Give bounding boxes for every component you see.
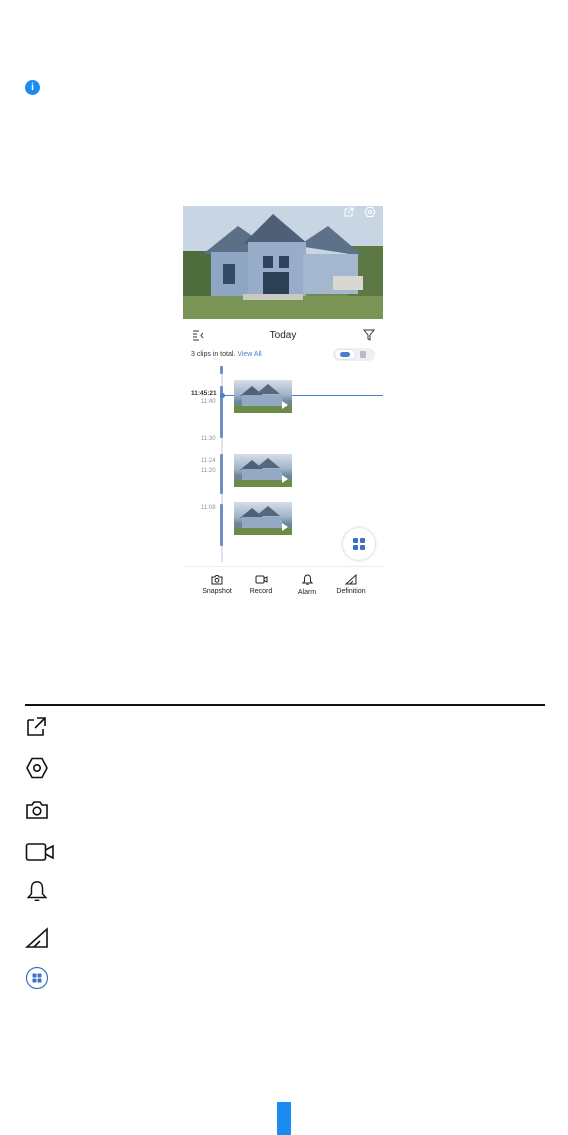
clip-thumbnail[interactable] — [234, 454, 292, 487]
settings-icon[interactable] — [364, 206, 376, 218]
date-title[interactable]: Today — [183, 330, 383, 341]
current-time-marker[interactable] — [220, 393, 225, 398]
time-label: 11:30 — [201, 436, 216, 442]
camera-icon — [26, 801, 48, 819]
settings-icon — [26, 757, 48, 779]
timeline-segment — [220, 504, 223, 546]
live-view[interactable] — [183, 206, 383, 319]
info-icon: i — [25, 80, 40, 95]
play-icon — [282, 475, 288, 483]
bell-icon — [26, 881, 48, 902]
alarm-button[interactable]: Alarm — [282, 574, 332, 596]
share-icon — [27, 717, 46, 736]
more-functions-button[interactable] — [343, 528, 375, 560]
definition-button[interactable]: Definition — [326, 574, 376, 595]
record-label: Record — [249, 588, 273, 595]
camera-icon — [211, 575, 223, 585]
play-icon — [282, 401, 288, 409]
page-tab — [277, 1102, 291, 1135]
definition-icon — [25, 927, 48, 948]
timeline-segment — [220, 454, 223, 494]
snapshot-button[interactable]: Snapshot — [192, 574, 242, 595]
filter-icon[interactable] — [362, 328, 376, 342]
time-label: 11:24 — [201, 458, 216, 464]
current-time-label: 11:45:21 — [191, 390, 217, 397]
alarm-label: Alarm — [297, 589, 317, 596]
snapshot-label: Snapshot — [202, 588, 232, 595]
definition-icon — [345, 574, 357, 585]
clips-count-text: 3 clips in total. — [191, 351, 236, 358]
video-icon — [255, 575, 267, 584]
video-icon — [25, 843, 54, 861]
timeline-header: Today — [183, 328, 383, 344]
time-label: 11:08 — [201, 505, 216, 511]
clip-thumbnail[interactable] — [234, 380, 292, 413]
grid-icon — [353, 538, 365, 550]
bottom-toolbar: Snapshot Record Alarm Definition — [183, 566, 383, 602]
clip-thumbnail[interactable] — [234, 502, 292, 535]
section-divider — [25, 704, 545, 706]
time-label: 11:20 — [201, 468, 216, 474]
grid-icon — [25, 966, 49, 990]
house-image — [183, 206, 383, 319]
time-label: 11:40 — [201, 399, 216, 405]
storage-toggle[interactable] — [333, 348, 375, 361]
view-all-link[interactable]: View All — [237, 351, 261, 358]
sd-card-icon[interactable] — [360, 351, 366, 358]
cloud-option[interactable] — [335, 350, 355, 359]
definition-label: Definition — [336, 588, 366, 595]
bell-icon — [301, 574, 313, 585]
share-icon[interactable] — [343, 206, 355, 218]
clips-summary: 3 clips in total. View All — [191, 351, 262, 358]
record-button[interactable]: Record — [236, 574, 286, 595]
cloud-icon — [340, 352, 350, 357]
app-screenshot: Today 3 clips in total. View All 11:45:2… — [183, 206, 383, 602]
timeline-segment — [220, 366, 223, 374]
play-icon — [282, 523, 288, 531]
